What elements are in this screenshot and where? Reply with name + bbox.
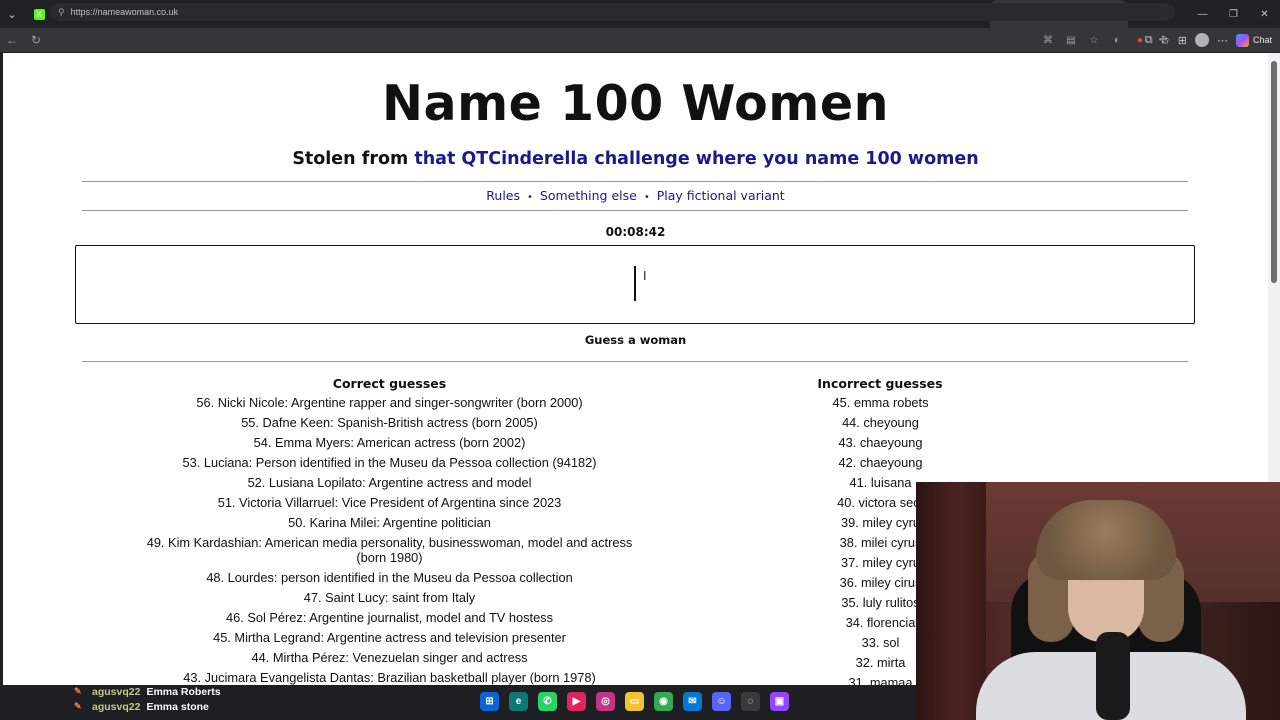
tab-search-icon[interactable]: ⌄ (0, 0, 24, 28)
chat-username: agusvq22 (92, 686, 141, 698)
chat-username: agusvq22 (92, 701, 141, 713)
instagram-icon[interactable]: ◎ (596, 692, 615, 711)
chat-message: ✎ agusvq22 Emma stone (74, 701, 209, 713)
media-player-icon[interactable]: ▶ (567, 692, 586, 711)
link-separator: • (643, 192, 650, 203)
correct-guess-item: 44. Mirtha Pérez: Venezuelan singer and … (251, 650, 528, 665)
correct-guess-item: 48. Lourdes: person identified in the Mu… (206, 570, 573, 585)
subtitle-prefix: Stolen from (292, 149, 415, 169)
site-info-icon[interactable]: ⚲ (58, 7, 65, 18)
taskbar: ⊞ e ✆ ▶ ◎ ▭ ◉ ✉ ☺ ◌ ▣ (480, 692, 789, 711)
back-icon[interactable]: ← (0, 33, 24, 47)
chat-label: Chat (1252, 35, 1272, 45)
guess-label: Guess a woman (584, 333, 687, 347)
incorrect-guess-item: 45. emma robets (832, 395, 929, 410)
kick-icon: K (34, 8, 45, 20)
copilot-chat-button[interactable]: Chat (1235, 33, 1272, 47)
correct-guess-item: 52. Lusiana Lopilato: Argentine actress … (247, 475, 532, 490)
divider (82, 181, 1188, 182)
correct-guesses-heading: Correct guesses (332, 376, 447, 391)
bookmark-star-icon[interactable]: ☆ (1087, 35, 1101, 46)
chrome-icon[interactable]: ◉ (654, 692, 673, 711)
obs-icon[interactable]: ◌ (741, 692, 760, 711)
reload-icon[interactable]: ↻ (24, 33, 48, 47)
fictional-variant-link[interactable]: Play fictional variant (657, 188, 785, 203)
restore-icon[interactable]: ❐ (1218, 0, 1249, 28)
chat-badge-icon: ✎ (74, 686, 82, 696)
page-subtitle: Stolen from that QTCinderella challenge … (3, 149, 1268, 169)
correct-guess-item: 53. Luciana: Person identified in the Mu… (182, 455, 597, 470)
favorites-icon[interactable]: ✩ (1161, 34, 1170, 47)
discord-icon[interactable]: ☺ (712, 692, 731, 711)
webcam-curtain (916, 482, 986, 720)
correct-guess-item: 47. Saint Lucy: saint from Italy (303, 590, 476, 605)
copilot-icon (1235, 33, 1249, 47)
extension-icon[interactable]: ◐ (1110, 35, 1124, 46)
text-cursor-icon: I (643, 269, 647, 283)
incorrect-guesses-heading: Incorrect guesses (817, 376, 943, 391)
webcam-microphone (1096, 632, 1130, 720)
webcam-fur-hat (1036, 500, 1176, 580)
correct-guess-item: 50. Karina Milei: Argentine politician (288, 515, 491, 530)
scrollbar-thumb[interactable] (1271, 61, 1277, 283)
page-title: Name 100 Women (382, 75, 889, 132)
correct-guess-item: 49. Kim Kardashian: American media perso… (146, 535, 633, 565)
correct-guess-item: 54. Emma Myers: American actress (born 2… (253, 435, 526, 450)
correct-guess-item: 56. Nicki Nicole: Argentine rapper and s… (196, 395, 583, 410)
translate-icon[interactable]: ⌘ (1041, 35, 1055, 46)
chat-message: ✎ agusvq22 Emma Roberts (74, 686, 221, 698)
nav-links: Rules • Something else • Play fictional … (3, 188, 1268, 203)
timer: 00:08:42 (605, 225, 666, 239)
link-separator: • (527, 192, 533, 203)
reader-mode-icon[interactable]: ▤ (1064, 35, 1078, 46)
something-else-link[interactable]: Something else (540, 188, 637, 203)
correct-guess-item: 43. Jucimara Evangelista Dantas: Brazili… (183, 670, 596, 685)
minimize-icon[interactable]: — (1187, 0, 1218, 28)
split-screen-icon[interactable]: ⧉ (1145, 34, 1153, 47)
profile-avatar[interactable] (1194, 33, 1209, 47)
edge-icon[interactable]: e (509, 692, 528, 711)
file-explorer-icon[interactable]: ▭ (625, 692, 644, 711)
mail-icon[interactable]: ✉ (683, 692, 702, 711)
chat-text: Emma Roberts (146, 686, 221, 698)
rules-link[interactable]: Rules (486, 188, 520, 203)
correct-guess-item: 46. Sol Pérez: Argentine journalist, mod… (226, 610, 553, 625)
whatsapp-icon[interactable]: ✆ (538, 692, 557, 711)
text-caret (634, 266, 636, 301)
correct-guess-item: 51. Victoria Villarruel: Vice President … (217, 495, 562, 510)
correct-guess-item: 45. Mirtha Legrand: Argentine actress an… (213, 630, 566, 645)
correct-guess-item: 55. Dafne Keen: Spanish-British actress … (241, 415, 538, 430)
more-menu-icon[interactable]: ⋯ (1217, 34, 1228, 47)
incorrect-guess-item: 44. cheyoung (842, 415, 919, 430)
incorrect-guess-item: 42. chaeyoung (838, 455, 923, 470)
chat-badge-icon: ✎ (74, 701, 82, 711)
qtcinderella-challenge-link[interactable]: that QTCinderella challenge where you na… (414, 149, 978, 169)
twitch-icon[interactable]: ▣ (770, 692, 789, 711)
url-text: https://nameawoman.co.uk (70, 7, 179, 17)
windows-start-icon[interactable]: ⊞ (480, 692, 499, 711)
window-controls: — ❐ ✕ (1187, 0, 1280, 28)
webcam-overlay (916, 482, 1280, 720)
chat-text: Emma stone (146, 701, 209, 713)
address-bar[interactable]: ⚲ https://nameawoman.co.uk (50, 3, 1175, 21)
divider (82, 361, 1188, 362)
collections-icon[interactable]: ⊞ (1178, 34, 1187, 47)
browser-right-tools: ⧉ ✩ ⊞ ⋯ Chat (1145, 28, 1272, 52)
divider (82, 210, 1188, 211)
close-window-icon[interactable]: ✕ (1249, 0, 1280, 28)
correct-guesses-list: 56. Nicki Nicole: Argentine rapper and s… (137, 395, 642, 685)
incorrect-guess-item: 43. chaeyoung (838, 435, 923, 450)
